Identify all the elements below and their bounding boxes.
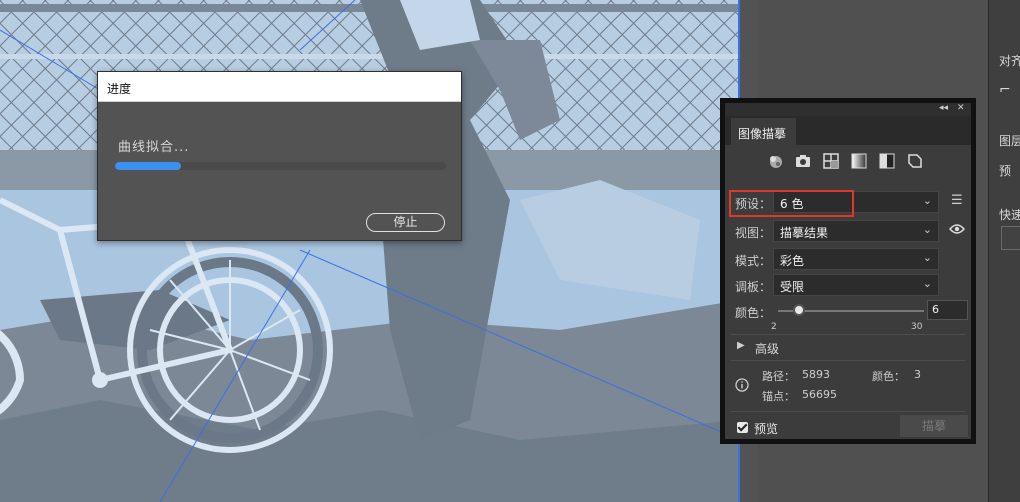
progress-bar — [115, 162, 446, 170]
palette-select[interactable]: 受限 ⌄ — [773, 274, 939, 296]
camera-icon[interactable] — [795, 153, 811, 169]
eye-icon[interactable] — [949, 223, 965, 238]
dock-label-align[interactable]: 对齐 — [999, 52, 1020, 69]
info-icon — [735, 378, 749, 395]
dock-label-layers[interactable]: 图层 — [999, 132, 1020, 149]
colors-number-input[interactable]: 6 — [927, 300, 968, 320]
disclosure-triangle-icon: ▶ — [737, 340, 745, 351]
advanced-label: 高级 — [755, 342, 780, 356]
tab-image-trace[interactable]: 图像描摹 — [731, 118, 796, 145]
low-color-icon[interactable] — [823, 153, 839, 169]
colors-min-label: 2 — [771, 322, 777, 332]
progress-bar-fill — [115, 162, 182, 170]
mode-select[interactable]: 彩色 ⌄ — [773, 248, 939, 270]
close-panel-icon[interactable]: ✕ — [957, 103, 965, 113]
preset-select[interactable]: 6 色 ⌄ — [773, 191, 939, 213]
preset-menu-icon[interactable]: ☰ — [951, 193, 963, 208]
colors-slider-knob[interactable] — [792, 304, 805, 316]
stat-colors-value: 3 — [914, 368, 921, 381]
view-select[interactable]: 描摹结果 ⌄ — [773, 220, 939, 242]
palette-label: 调板： — [735, 280, 772, 294]
mode-value: 彩色 — [780, 254, 805, 268]
paths-label: 路径： — [762, 370, 795, 383]
colors-label: 颜色： — [735, 306, 772, 320]
palette-row: 调板： 受限 ⌄ — [731, 274, 971, 296]
divider — [731, 411, 965, 412]
view-label: 视图： — [735, 226, 772, 240]
advanced-toggle[interactable]: ▶ 高级 — [737, 339, 857, 357]
paths-value: 5893 — [802, 368, 830, 381]
collapse-panel-icon[interactable]: ◂◂ — [939, 103, 948, 113]
colors-row: 颜色： 6 — [731, 300, 971, 322]
progress-message: 曲线拟合... — [118, 140, 190, 155]
progress-dialog-title: 进度 — [98, 72, 461, 102]
chevron-down-icon: ⌄ — [922, 277, 932, 290]
chevron-down-icon: ⌄ — [922, 194, 932, 207]
image-trace-panel: ◂◂ ✕ 图像描摹 预设： 6 色 ⌄ ☰ 视图： 描摹结果 ⌄ 模式： 彩色 … — [720, 98, 976, 444]
chevron-down-icon: ⌄ — [922, 223, 932, 236]
stop-button[interactable]: 停止 — [366, 213, 445, 232]
divider — [731, 360, 965, 361]
stat-colors-label: 颜色： — [872, 370, 905, 383]
palette-value: 受限 — [780, 280, 805, 294]
panel-tab-row: 图像描摹 — [725, 116, 971, 145]
trace-button[interactable]: 描摹 — [900, 415, 968, 437]
outline-icon[interactable] — [907, 153, 923, 169]
mode-row: 模式： 彩色 ⌄ — [731, 248, 971, 270]
anchors-value: 56695 — [802, 388, 837, 401]
dock-label-quick[interactable]: 快速 — [999, 206, 1020, 223]
preset-value: 6 色 — [780, 197, 804, 211]
preset-icon-row — [767, 153, 937, 173]
progress-dialog: 进度 曲线拟合... 停止 — [97, 71, 462, 241]
view-value: 描摹结果 — [780, 226, 829, 240]
chevron-down-icon: ⌄ — [922, 251, 932, 264]
dock-swatch-box[interactable] — [1001, 226, 1020, 250]
grayscale-icon[interactable] — [851, 153, 867, 169]
preview-label: 预览 — [754, 422, 779, 436]
collapsed-dock-strip: 对齐 ⌐ 图层 预 快速 — [988, 0, 1020, 502]
mode-label: 模式： — [735, 254, 772, 268]
panel-title-bar[interactable]: ◂◂ ✕ — [725, 103, 971, 116]
divider — [731, 334, 965, 335]
preset-row: 预设： 6 色 ⌄ ☰ — [731, 191, 971, 213]
black-white-icon[interactable] — [879, 153, 895, 169]
anchors-label: 锚点： — [762, 390, 795, 403]
preview-checkbox[interactable] — [737, 422, 748, 433]
auto-color-icon[interactable] — [767, 153, 783, 169]
preset-label: 预设： — [735, 197, 772, 211]
colors-max-label: 30 — [911, 322, 923, 332]
view-row: 视图： 描摹结果 ⌄ — [731, 220, 971, 242]
dock-label-preset[interactable]: 预 — [999, 162, 1011, 179]
dock-align-icon[interactable]: ⌐ — [999, 82, 1011, 98]
